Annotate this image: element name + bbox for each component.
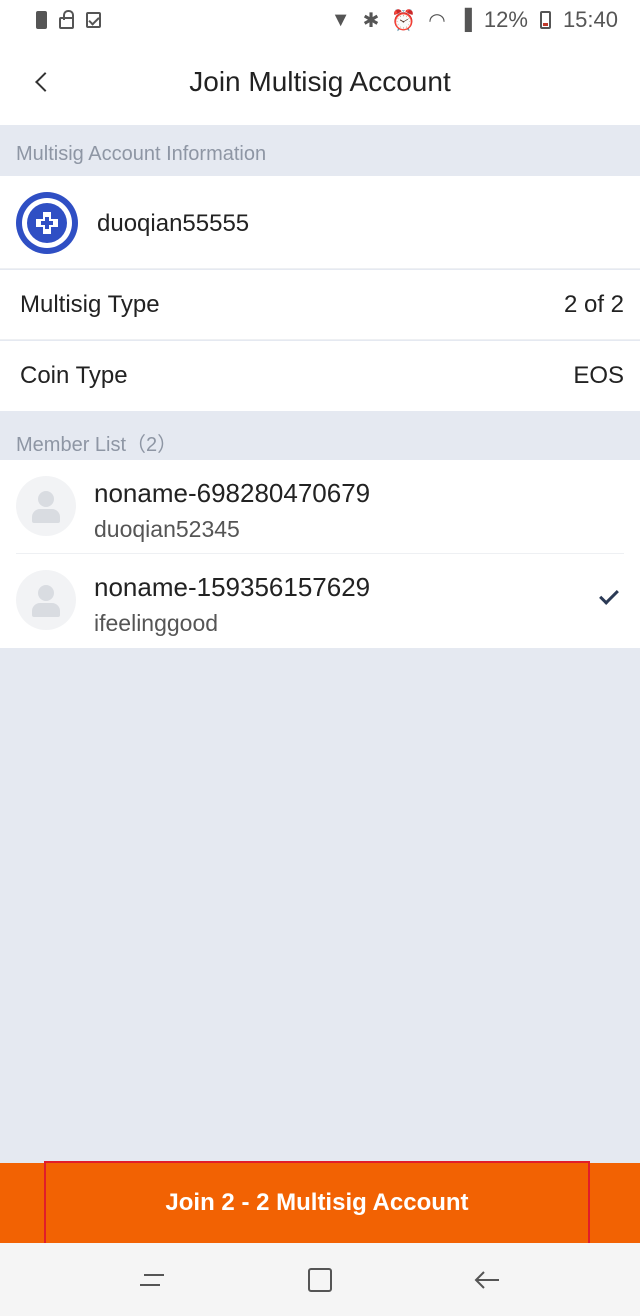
avatar: [16, 476, 76, 536]
lock-icon: [59, 10, 74, 29]
status-time: 15:40: [562, 7, 618, 32]
status-bar: ▼ ✱ ⏰ ◠ ▐ 12% 15:40: [0, 0, 640, 40]
member-account: duoqian52345: [94, 516, 240, 542]
coin-type-value: EOS: [573, 362, 624, 389]
member-account: ifeelinggood: [94, 610, 219, 636]
member-row[interactable]: noname-698280470679 duoqian52345: [0, 460, 640, 554]
section-header-account-info: Multisig Account Information: [16, 143, 267, 165]
bluetooth-icon: ✱: [362, 9, 380, 32]
status-left-icons: [36, 10, 101, 29]
checkmark-icon: [599, 585, 619, 605]
recent-apps-button[interactable]: [123, 1255, 183, 1305]
member-name: noname-698280470679: [94, 478, 371, 508]
page-title: Join Multisig Account: [189, 66, 451, 97]
home-button[interactable]: [290, 1255, 350, 1305]
member-list: noname-698280470679 duoqian52345 noname-…: [0, 460, 640, 648]
arrow-left-icon: [474, 1270, 499, 1289]
member-name: noname-159356157629: [94, 572, 371, 602]
battery-icon: [539, 11, 551, 29]
checkbox-icon: [86, 12, 101, 28]
battery-percent: 12%: [483, 7, 528, 32]
battery-alert-icon: [36, 11, 47, 29]
coin-type-label: Coin Type: [20, 362, 128, 389]
coin-type-row: Coin Type EOS: [0, 341, 640, 411]
home-icon: [307, 1267, 332, 1292]
system-back-button[interactable]: [457, 1255, 517, 1305]
wifi-icon: ◠: [428, 9, 446, 32]
alarm-icon: ⏰: [391, 9, 417, 32]
account-row: duoqian55555: [0, 176, 640, 269]
multisig-type-label: Multisig Type: [20, 290, 160, 318]
status-right-icons: ▼ ✱ ⏰ ◠ ▐ 12% 15:40: [331, 7, 618, 33]
location-icon: ▼: [330, 8, 351, 31]
app-header: Join Multisig Account: [0, 40, 640, 125]
section-header-members: Member List（2）: [16, 434, 178, 456]
avatar: [16, 570, 76, 630]
recent-apps-icon: [140, 1270, 166, 1290]
join-multisig-button[interactable]: Join 2 - 2 Multisig Account: [44, 1161, 590, 1245]
member-row[interactable]: noname-159356157629 ifeelinggood: [0, 554, 640, 647]
multisig-type-row: Multisig Type 2 of 2: [0, 270, 640, 340]
system-nav-bar: [0, 1243, 640, 1316]
join-bar: Join 2 - 2 Multisig Account: [0, 1161, 640, 1245]
account-name: duoqian55555: [97, 210, 250, 237]
signal-icon: ▐: [457, 8, 472, 31]
eos-logo-icon: [16, 192, 78, 254]
multisig-type-value: 2 of 2: [563, 290, 624, 318]
